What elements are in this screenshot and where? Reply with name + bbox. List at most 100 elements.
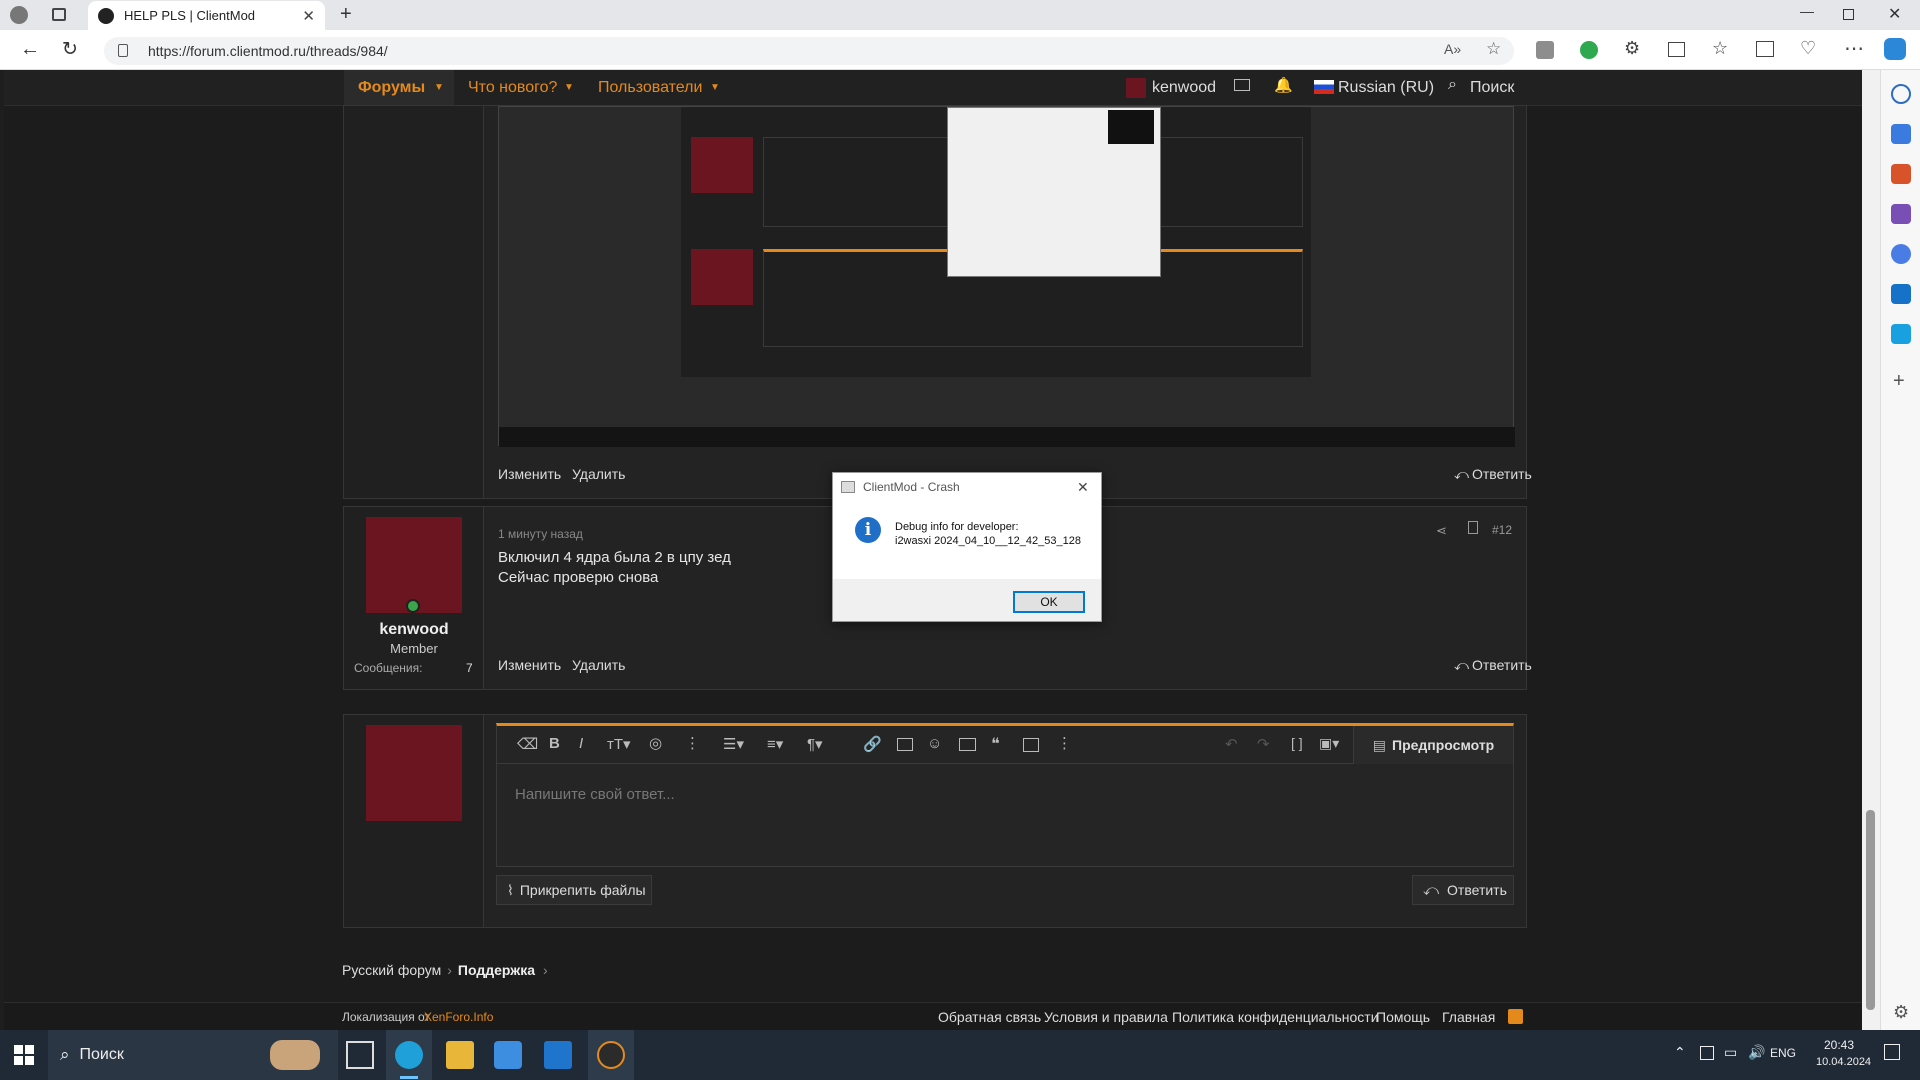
store-icon[interactable]	[494, 1041, 522, 1069]
taskbar-clientmod[interactable]	[588, 1030, 634, 1080]
edit-link[interactable]: Изменить	[498, 466, 561, 482]
ok-button[interactable]: OK	[1013, 591, 1085, 613]
read-aloud-icon[interactable]: A»	[1444, 41, 1461, 57]
footer-privacy[interactable]: Политика конфиденциальности	[1172, 1009, 1379, 1025]
list-icon[interactable]: ☰▾	[723, 735, 744, 753]
footer-terms[interactable]: Условия и правила	[1044, 1009, 1168, 1025]
preview-button[interactable]: ▤ Предпросмотр	[1353, 726, 1513, 764]
profile-icon[interactable]	[10, 6, 28, 24]
m365-icon[interactable]	[1891, 244, 1911, 264]
start-icon[interactable]	[14, 1045, 34, 1065]
save-draft-icon[interactable]: ▣▾	[1319, 735, 1339, 752]
localization-link[interactable]: XenForo.Info	[424, 1010, 493, 1024]
task-view-icon[interactable]	[346, 1041, 374, 1069]
inbox-icon[interactable]	[1234, 79, 1250, 91]
breadcrumb-section[interactable]: Поддержка	[458, 962, 535, 978]
volume-icon[interactable]: 🔊	[1748, 1044, 1765, 1061]
link-icon[interactable]: 🔗	[863, 735, 882, 753]
heart-icon[interactable]: ♡	[1800, 38, 1816, 59]
footer-help[interactable]: Помощь	[1376, 1009, 1430, 1025]
align-icon[interactable]: ≡▾	[767, 735, 783, 753]
delete-link[interactable]: Удалить	[572, 466, 625, 482]
submit-reply-button[interactable]: ⤺ Ответить	[1412, 875, 1514, 905]
send-icon[interactable]	[1891, 324, 1911, 344]
footer-feedback[interactable]: Обратная связь	[938, 1009, 1041, 1025]
close-window-icon[interactable]: ✕	[1888, 4, 1901, 24]
back-icon[interactable]: ←	[20, 38, 40, 61]
network-icon[interactable]: ▭	[1724, 1044, 1737, 1061]
split-screen-icon[interactable]	[1668, 42, 1685, 57]
breadcrumb-forum[interactable]: Русский форум	[342, 962, 441, 978]
rss-icon[interactable]	[1508, 1009, 1523, 1024]
close-tab-icon[interactable]: ✕	[302, 7, 315, 25]
reply-link[interactable]: Ответить	[1472, 657, 1532, 673]
more-vertical-icon[interactable]: ⋮	[685, 734, 700, 752]
chevron-down-icon[interactable]: ▼	[434, 82, 444, 93]
reply-link[interactable]: Ответить	[1472, 466, 1532, 482]
nav-users[interactable]: Пользователи	[598, 79, 702, 97]
more-vertical-icon[interactable]: ⋮	[1057, 734, 1072, 752]
bbcode-icon[interactable]: [ ]	[1291, 735, 1303, 751]
url-bar[interactable]: https://forum.clientmod.ru/threads/984/ …	[104, 37, 1514, 65]
image-icon[interactable]	[897, 738, 913, 751]
restore-icon[interactable]	[1843, 9, 1854, 20]
active-tab[interactable]: HELP PLS | ClientMod ✕	[88, 1, 325, 30]
settings-icon[interactable]: ⚙	[1893, 1002, 1909, 1023]
outlook-icon[interactable]	[1891, 284, 1911, 304]
eraser-icon[interactable]: ⌫	[517, 735, 538, 753]
lock-icon[interactable]	[118, 44, 128, 57]
favorite-icon[interactable]: ☆	[1486, 39, 1501, 59]
search-icon[interactable]	[1891, 84, 1911, 104]
post-username[interactable]: kenwood	[344, 621, 484, 639]
tools-icon[interactable]	[1891, 164, 1911, 184]
nav-username[interactable]: kenwood	[1152, 79, 1216, 97]
nav-language[interactable]: Russian (RU)	[1338, 79, 1434, 97]
share-icon[interactable]: ⋖	[1436, 523, 1447, 539]
collections-icon[interactable]	[1756, 41, 1774, 57]
media-icon[interactable]	[959, 738, 976, 751]
input-language[interactable]: ENG	[1770, 1046, 1796, 1060]
redo-icon[interactable]: ↷	[1257, 735, 1270, 753]
table-icon[interactable]	[1023, 738, 1039, 752]
nav-search[interactable]: Поиск	[1470, 79, 1514, 97]
add-icon[interactable]: +	[1893, 370, 1905, 393]
post-number[interactable]: #12	[1492, 523, 1512, 537]
undo-icon[interactable]: ↶	[1225, 735, 1238, 753]
page-scrollbar[interactable]	[1862, 70, 1880, 1030]
minimize-icon[interactable]: —	[1800, 3, 1814, 19]
file-explorer-icon[interactable]	[446, 1041, 474, 1069]
emoji-icon[interactable]: ☺	[927, 735, 942, 752]
paragraph-icon[interactable]: ¶▾	[807, 735, 823, 753]
clock-time[interactable]: 20:43	[1824, 1038, 1854, 1052]
italic-icon[interactable]: I	[579, 735, 583, 752]
widget-icon[interactable]	[270, 1040, 320, 1070]
chevron-down-icon[interactable]: ▼	[710, 82, 720, 93]
notifications-icon[interactable]	[1884, 1044, 1900, 1060]
extension-icon[interactable]	[1536, 41, 1554, 59]
extensions-icon[interactable]: ⚙	[1624, 38, 1640, 59]
reply-icon[interactable]: ⤺	[1454, 657, 1469, 674]
taskbar-edge-active[interactable]	[386, 1030, 432, 1080]
copilot-icon[interactable]	[1884, 38, 1906, 60]
favorites-icon[interactable]: ☆	[1712, 38, 1728, 59]
tab-actions-icon[interactable]	[52, 8, 66, 21]
games-icon[interactable]	[1891, 204, 1911, 224]
chevron-down-icon[interactable]: ▼	[564, 82, 574, 93]
user-avatar-small[interactable]	[1126, 78, 1146, 98]
search-icon[interactable]: ⌕	[1448, 76, 1457, 94]
scrollbar-thumb[interactable]	[1866, 810, 1875, 1010]
bell-icon[interactable]: 🔔	[1274, 76, 1293, 94]
bookmark-icon[interactable]	[1468, 521, 1478, 534]
new-tab-icon[interactable]: +	[340, 3, 352, 26]
quote-icon[interactable]: ❝	[991, 734, 1000, 754]
nav-whats-new[interactable]: Что нового?	[468, 79, 557, 97]
attach-files-button[interactable]: ⌇ Прикрепить файлы	[496, 875, 652, 905]
text-size-icon[interactable]: тТ▾	[607, 735, 631, 753]
mail-icon[interactable]	[544, 1041, 572, 1069]
bold-icon[interactable]: B	[549, 735, 560, 752]
edit-link[interactable]: Изменить	[498, 657, 561, 673]
shield-extension-icon[interactable]	[1580, 41, 1598, 59]
shopping-icon[interactable]	[1891, 124, 1911, 144]
more-icon[interactable]: ⋯	[1844, 36, 1864, 61]
reply-input[interactable]: Напишите свой ответ...	[515, 786, 675, 803]
